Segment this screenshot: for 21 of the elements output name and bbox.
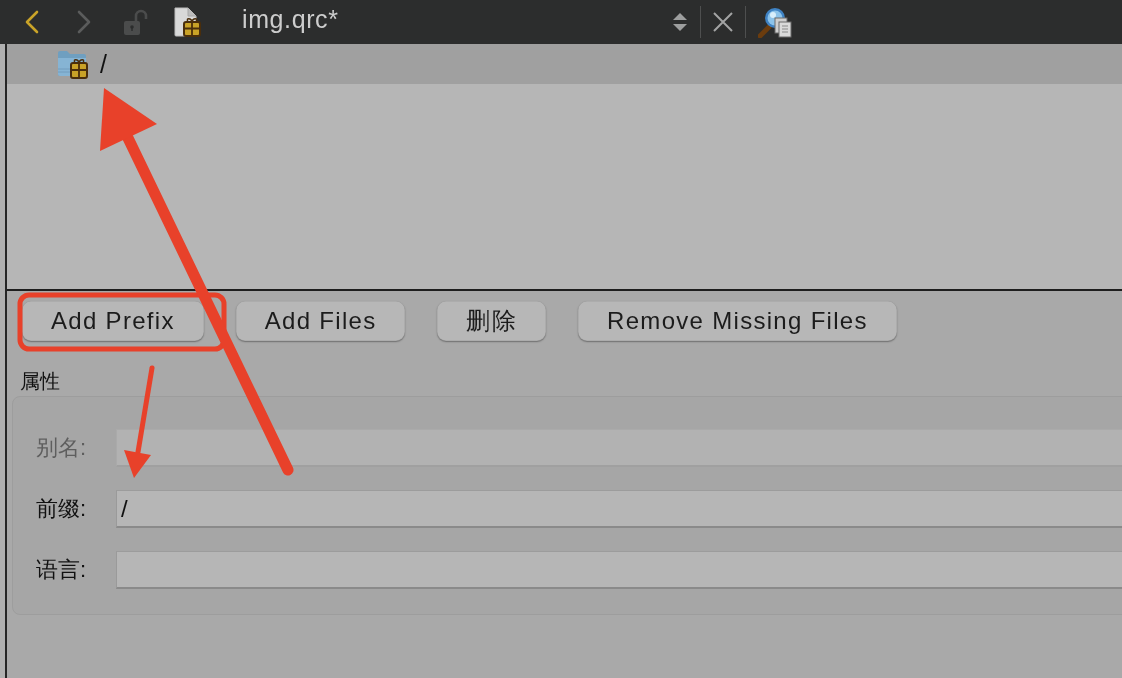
group-title: 属性 — [20, 369, 60, 394]
action-button[interactable]: Add Prefix — [22, 301, 204, 341]
file-title: img.qrc* — [242, 4, 339, 34]
action-button[interactable]: Add Files — [235, 301, 406, 341]
tree-row[interactable]: / — [7, 44, 1122, 84]
search-documents-icon[interactable] — [758, 6, 792, 38]
back-chevron-button[interactable] — [24, 10, 40, 34]
tree-item-label: / — [100, 49, 107, 79]
forward-chevron-icon — [76, 10, 92, 34]
field-label: 语言: — [36, 556, 88, 584]
input-field[interactable]: / — [116, 490, 1122, 528]
field-label: 前缀: — [36, 495, 88, 523]
up-down-arrows-icon[interactable] — [672, 11, 688, 33]
input-field[interactable] — [116, 551, 1122, 589]
resource-folder-icon — [57, 49, 88, 79]
action-button[interactable]: Remove Missing Files — [578, 301, 897, 341]
action-button[interactable]: 删除 — [437, 301, 547, 341]
resource-file-icon[interactable] — [174, 6, 202, 38]
field-label: 别名: — [36, 434, 88, 462]
close-icon[interactable] — [713, 12, 733, 32]
back-chevron-icon — [24, 10, 40, 34]
